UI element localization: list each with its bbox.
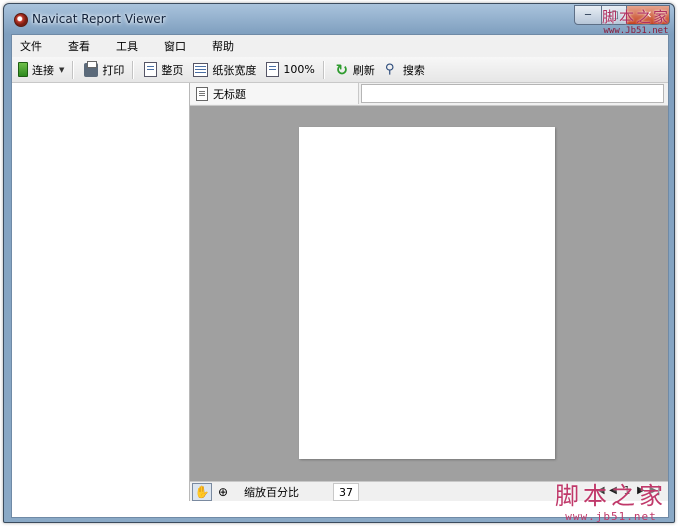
page-width-icon <box>193 62 209 77</box>
report-page <box>299 127 555 459</box>
zoom-label: 缩放百分比 <box>244 486 299 499</box>
zoom-100-icon <box>266 62 280 77</box>
search-icon: ⚲ <box>384 61 395 77</box>
app-window: Navicat Report Viewer ─ □ ✕ 文件 查看 工具 窗口 … <box>3 3 675 523</box>
whole-page-button[interactable]: 整页 <box>140 59 187 80</box>
whole-page-icon <box>144 62 158 77</box>
menu-help[interactable]: 帮助 <box>204 38 246 54</box>
toolbar-separator <box>132 60 135 79</box>
report-search-input[interactable] <box>361 84 664 103</box>
zoom-100-label: 100% <box>283 63 315 76</box>
tab-untitled[interactable]: 无标题 <box>190 83 359 104</box>
menu-tools[interactable]: 工具 <box>108 38 150 54</box>
report-preview-area[interactable] <box>190 106 668 481</box>
navicat-app-icon[interactable] <box>14 13 28 27</box>
zoom-tool-icon[interactable]: ⊕ <box>214 484 232 500</box>
watermark-bottom-url: www.jb51.net <box>565 510 657 523</box>
menu-bar: 文件 查看 工具 窗口 帮助 <box>12 35 668 57</box>
print-label: 打印 <box>102 63 125 77</box>
print-button[interactable]: 打印 <box>80 59 128 80</box>
refresh-icon: ↻ <box>335 60 349 79</box>
zoom-100-button[interactable]: 100% <box>262 59 318 80</box>
connect-label: 连接 <box>32 63 54 77</box>
toolbar-separator <box>72 60 75 79</box>
connect-button[interactable]: 连接 ▼ <box>14 59 68 80</box>
watermark-bottom: 脚本之家 www.jb51.net <box>550 476 672 523</box>
search-label: 搜索 <box>402 63 425 77</box>
printer-icon <box>84 60 99 77</box>
tab-title: 无标题 <box>213 87 246 101</box>
watermark-bottom-text: 脚本之家 <box>555 482 667 510</box>
window-title: Navicat Report Viewer <box>32 12 166 26</box>
connection-icon <box>18 62 28 77</box>
zoom-value[interactable]: 37 <box>333 483 359 501</box>
page-width-label: 纸张宽度 <box>212 63 257 77</box>
whole-page-label: 整页 <box>161 63 184 77</box>
menu-file[interactable]: 文件 <box>12 38 54 54</box>
toolbar: 连接 ▼ 打印 整页 纸张宽度 100% ↻ 刷新 ⚲ 搜索 <box>12 57 668 83</box>
title-bar[interactable]: Navicat Report Viewer ─ □ ✕ <box>4 4 674 34</box>
report-icon <box>196 86 208 101</box>
report-list-pane[interactable] <box>12 83 190 517</box>
refresh-label: 刷新 <box>352 63 375 77</box>
watermark-top: 脚本之家 www.Jb51.net <box>598 6 674 36</box>
search-button[interactable]: ⚲ 搜索 <box>381 59 429 80</box>
toolbar-separator <box>322 60 325 79</box>
watermark-top-text: 脚本之家 <box>601 8 670 26</box>
client-area: 文件 查看 工具 窗口 帮助 连接 ▼ 打印 整页 纸张宽度 100% ↻ 刷新… <box>11 34 669 518</box>
watermark-top-url: www.Jb51.net <box>603 26 669 36</box>
page-width-button[interactable]: 纸张宽度 <box>189 59 260 80</box>
refresh-button[interactable]: ↻ 刷新 <box>331 59 379 80</box>
menu-view[interactable]: 查看 <box>60 38 102 54</box>
chevron-down-icon[interactable]: ▼ <box>59 66 64 74</box>
tab-strip: 无标题 <box>190 83 668 106</box>
menu-window[interactable]: 窗口 <box>156 38 198 54</box>
hand-tool-icon[interactable]: ✋ <box>192 483 212 501</box>
